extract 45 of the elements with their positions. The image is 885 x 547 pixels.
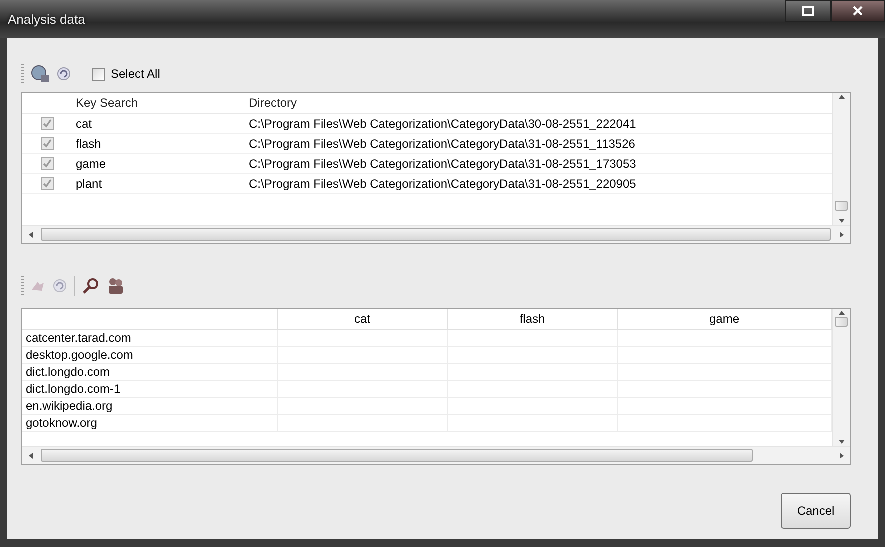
scroll-up-arrow-icon[interactable] xyxy=(838,93,846,101)
scroll-right-arrow-icon[interactable] xyxy=(838,230,846,238)
scroll-thumb[interactable] xyxy=(835,317,848,327)
scroll-left-arrow-icon[interactable] xyxy=(26,230,34,238)
close-button[interactable] xyxy=(831,0,885,22)
scroll-thumb[interactable] xyxy=(41,228,831,241)
table-cell: dict.longdo.com xyxy=(22,364,278,381)
scroll-right-arrow-icon[interactable] xyxy=(838,452,846,460)
scroll-up-arrow-icon[interactable] xyxy=(838,309,846,317)
people-icon[interactable] xyxy=(107,277,125,295)
column-header[interactable]: Key Search xyxy=(74,96,247,110)
scroll-down-arrow-icon[interactable] xyxy=(838,217,846,225)
table-cell: dict.longdo.com-1 xyxy=(22,381,278,398)
select-all-checkbox[interactable]: Select All xyxy=(92,67,160,81)
window-title: Analysis data xyxy=(8,12,86,26)
maximize-button[interactable] xyxy=(785,0,831,22)
table-cell-text: C:\Program Files\Web Categorization\CategoryData\31-08-2551_113526 xyxy=(248,136,636,150)
scroll-thumb[interactable] xyxy=(835,201,848,211)
close-icon xyxy=(853,6,863,16)
row-checkbox[interactable] xyxy=(41,157,54,170)
column-header[interactable]: cat xyxy=(278,309,448,329)
table-cell: catcenter.tarad.com xyxy=(22,330,278,347)
table-cell-text: C:\Program Files\Web Categorization\CategoryData\30-08-2551_222041 xyxy=(248,116,638,130)
column-header[interactable]: Directory xyxy=(247,96,832,110)
magnifier-icon[interactable] xyxy=(81,277,101,295)
cancel-button[interactable]: Cancel xyxy=(781,493,851,529)
table-cell-text: C:\Program Files\Web Categorization\CategoryData\31-08-2551_220905 xyxy=(248,176,638,190)
table-cell-text: game xyxy=(75,156,108,170)
globe-icon[interactable] xyxy=(30,65,50,83)
scroll-thumb[interactable] xyxy=(41,449,753,462)
maximize-icon xyxy=(802,6,814,16)
table-cell-text: cat xyxy=(75,116,94,130)
table-cell: en.wikipedia.org xyxy=(22,398,278,415)
refresh-icon[interactable] xyxy=(56,66,72,82)
table-cell-text: flash xyxy=(75,136,102,150)
scroll-left-arrow-icon[interactable] xyxy=(26,452,34,460)
column-header[interactable]: flash xyxy=(448,309,618,329)
table-cell: desktop.google.com xyxy=(22,347,278,364)
row-checkbox[interactable] xyxy=(41,177,54,190)
table-cell-text: C:\Program Files\Web Categorization\CategoryData\31-08-2551_173053 xyxy=(248,156,638,170)
table-cell-text: plant xyxy=(75,176,104,190)
scroll-down-arrow-icon[interactable] xyxy=(838,438,846,446)
row-checkbox[interactable] xyxy=(41,137,54,150)
table-cell: gotoknow.org xyxy=(22,415,278,432)
row-checkbox[interactable] xyxy=(41,117,54,130)
